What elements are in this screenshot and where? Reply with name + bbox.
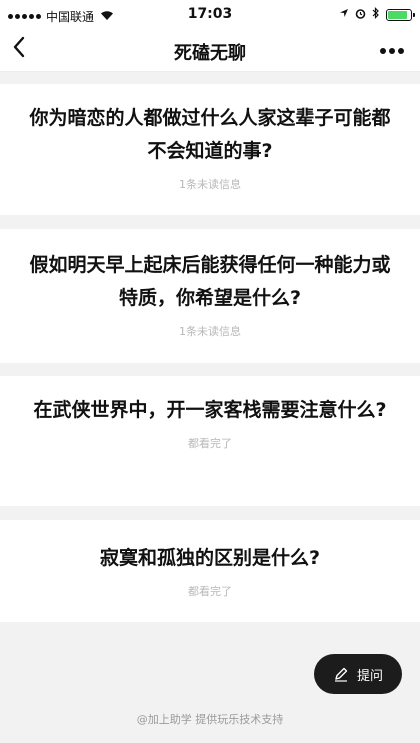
bluetooth-icon	[372, 7, 380, 22]
question-card[interactable]: 你为暗恋的人都做过什么人家这辈子可能都不会知道的事? 1条未读信息	[0, 84, 420, 215]
question-title: 你为暗恋的人都做过什么人家这辈子可能都不会知道的事?	[29, 107, 391, 162]
question-card[interactable]: 在武侠世界中，开一家客栈需要注意什么? 都看完了	[0, 376, 420, 506]
read-status: 都看完了	[188, 585, 232, 598]
question-title: 寂寞和孤独的区别是什么?	[99, 547, 321, 569]
status-bar: 中国联通 17:03	[0, 0, 420, 30]
battery-icon	[386, 8, 415, 21]
more-button[interactable]	[380, 48, 404, 54]
read-status: 都看完了	[188, 437, 232, 450]
pencil-icon	[334, 667, 348, 682]
location-icon	[339, 8, 349, 21]
ask-question-button[interactable]: 提问	[314, 654, 402, 694]
page-title: 死磕无聊	[174, 43, 246, 64]
question-title: 在武侠世界中，开一家客栈需要注意什么?	[33, 399, 387, 421]
ask-button-label: 提问	[356, 668, 383, 684]
battery-level	[388, 10, 407, 19]
nav-bar: 死磕无聊	[0, 30, 420, 72]
alarm-icon	[355, 8, 366, 22]
unread-status: 1条未读信息	[179, 325, 241, 338]
unread-status: 1条未读信息	[179, 178, 241, 191]
question-card[interactable]: 寂寞和孤独的区别是什么? 都看完了	[0, 520, 420, 622]
question-card[interactable]: 假如明天早上起床后能获得任何一种能力或特质，你希望是什么? 1条未读信息	[0, 229, 420, 363]
support-text: @加上助学 提供玩乐技术支持	[136, 713, 284, 726]
question-title: 假如明天早上起床后能获得任何一种能力或特质，你希望是什么?	[29, 254, 391, 309]
more-icon	[380, 48, 386, 54]
